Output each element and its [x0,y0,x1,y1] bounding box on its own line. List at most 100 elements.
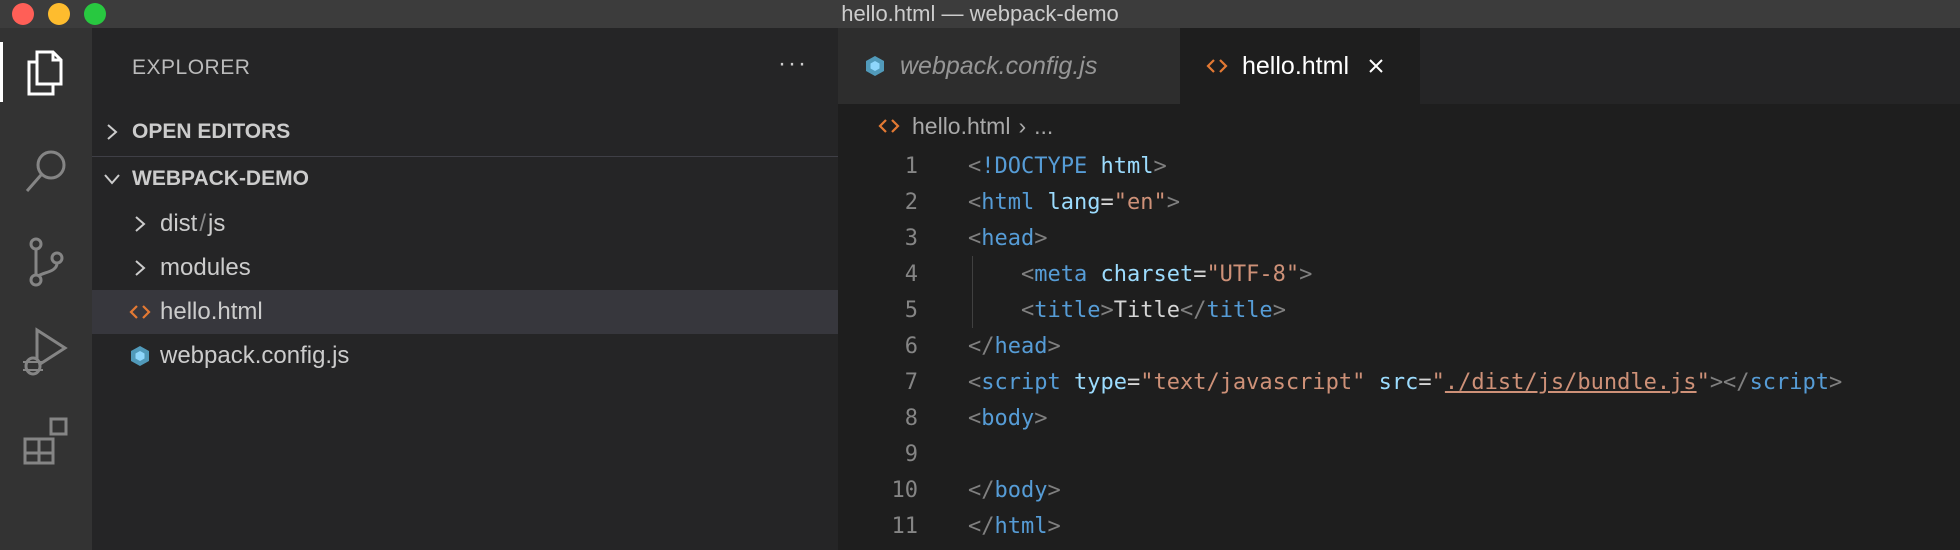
tab-label: hello.html [1242,51,1349,80]
close-icon[interactable] [1367,57,1385,75]
code-token: lang [1047,189,1101,215]
code-text: <html lang="en"> [968,190,1180,215]
chevron-right-icon [92,122,132,142]
explorer-sidebar: EXPLORER ··· OPEN EDITORS WEBPACK-DEMO d… [92,28,838,550]
code-editor[interactable]: 1 <!DOCTYPE html> 2 <html lang="en"> 3 <head>… [838,148,1960,550]
tree-item-dist[interactable]: dist / js [92,202,838,246]
code-text: <script type="text/javascript" src="./di… [968,370,1842,395]
code-token: </ [968,513,995,539]
activity-extensions[interactable] [0,400,92,480]
activity-search[interactable] [0,132,92,212]
code-token: > [1829,369,1843,395]
activity-source-control[interactable] [0,222,92,302]
search-icon [25,150,66,192]
code-line[interactable]: 11 </html> [838,508,1960,544]
code-token: </ [1179,297,1207,323]
line-number: 2 [904,189,918,215]
code-text: <body> [968,406,1047,431]
tree-item-webpack-config[interactable]: webpack.config.js [92,334,838,378]
breadcrumb-file[interactable]: hello.html [912,113,1010,140]
code-token: > [1166,189,1180,215]
code-text: <!DOCTYPE html> [968,154,1167,179]
section-webpack-demo[interactable]: WEBPACK-DEMO [92,156,838,201]
close-window-button[interactable] [12,3,34,25]
tree-item-hello-html[interactable]: hello.html [92,290,838,334]
code-token: ></ [1709,369,1750,395]
tab-label: webpack.config.js [900,51,1098,80]
tree-item-modules[interactable]: modules [92,246,838,290]
code-token: = [1193,261,1207,287]
window-controls [12,3,106,25]
code-token: script [981,369,1061,395]
code-token: charset [1100,261,1194,287]
chevron-right-icon [92,214,160,234]
code-token: body [994,477,1048,503]
code-line[interactable]: 8 <body> [838,400,1960,436]
line-number: 7 [904,369,918,395]
code-token: > [1047,513,1061,539]
maximize-window-button[interactable] [84,3,106,25]
code-text: </head> [968,334,1061,359]
minimize-window-button[interactable] [48,3,70,25]
activity-run-debug[interactable] [0,312,92,392]
code-token: > [1153,153,1167,179]
code-token: = [1418,369,1432,395]
code-line[interactable]: 10 </body> [838,472,1960,508]
section-open-editors[interactable]: OPEN EDITORS [92,110,838,154]
line-number: 8 [904,405,918,431]
code-token: type [1073,369,1127,395]
debug-icon [23,327,68,376]
breadcrumb-symbols[interactable]: ... [1034,113,1053,140]
line-number: 10 [891,477,919,503]
code-token: head [994,333,1048,359]
code-token: </ [968,333,995,359]
code-token: < [968,153,982,179]
activity-explorer[interactable] [0,32,92,112]
code-token: !DOCTYPE [981,153,1088,179]
code-token: < [968,225,982,251]
tree-item-label: dist [160,210,198,237]
code-token: < [968,369,982,395]
html-file-icon [92,303,160,321]
code-line[interactable]: 9 [838,436,1960,472]
code-line[interactable]: 2 <html lang="en"> [838,184,1960,220]
code-token: "en" [1113,189,1167,215]
code-token: > [1100,297,1114,323]
webpack-config-icon [92,344,160,368]
code-token: > [1047,477,1061,503]
title-bar: hello.html — webpack-demo [0,0,1960,28]
code-token: meta [1034,261,1088,287]
extensions-icon [23,417,68,465]
tree-item-label: modules [160,254,251,281]
code-token: = [1126,369,1141,395]
code-token: " [1431,369,1445,395]
code-token: > [1047,333,1061,359]
code-text: </html> [968,514,1061,539]
code-token: " [1696,369,1710,395]
code-token: > [1034,405,1048,431]
code-token: </ [968,477,995,503]
code-line[interactable]: 5 <title>Title</title> [838,292,1960,328]
code-token: html [981,189,1035,215]
code-token: Title [1113,297,1180,323]
more-actions-button[interactable]: ··· [778,50,808,78]
line-number: 9 [904,441,918,467]
line-number: 4 [904,261,918,287]
code-line[interactable]: 7 <script type="text/javascript" src="./d… [838,364,1960,400]
code-token: script [1749,369,1830,395]
code-line[interactable]: 3 <head> [838,220,1960,256]
webpack-config-icon [864,54,886,78]
activity-bar [0,28,92,550]
code-line[interactable]: 1 <!DOCTYPE html> [838,148,1960,184]
section-label: WEBPACK-DEMO [132,167,309,190]
code-line[interactable]: 4 <meta charset="UTF-8"> [838,256,1960,292]
code-line[interactable]: 6 </head> [838,328,1960,364]
tab-webpack-config[interactable]: webpack.config.js [838,28,1180,104]
code-token: < [1020,297,1035,323]
breadcrumb: hello.html › ... [838,104,1960,148]
tab-hello-html[interactable]: hello.html [1180,28,1420,104]
